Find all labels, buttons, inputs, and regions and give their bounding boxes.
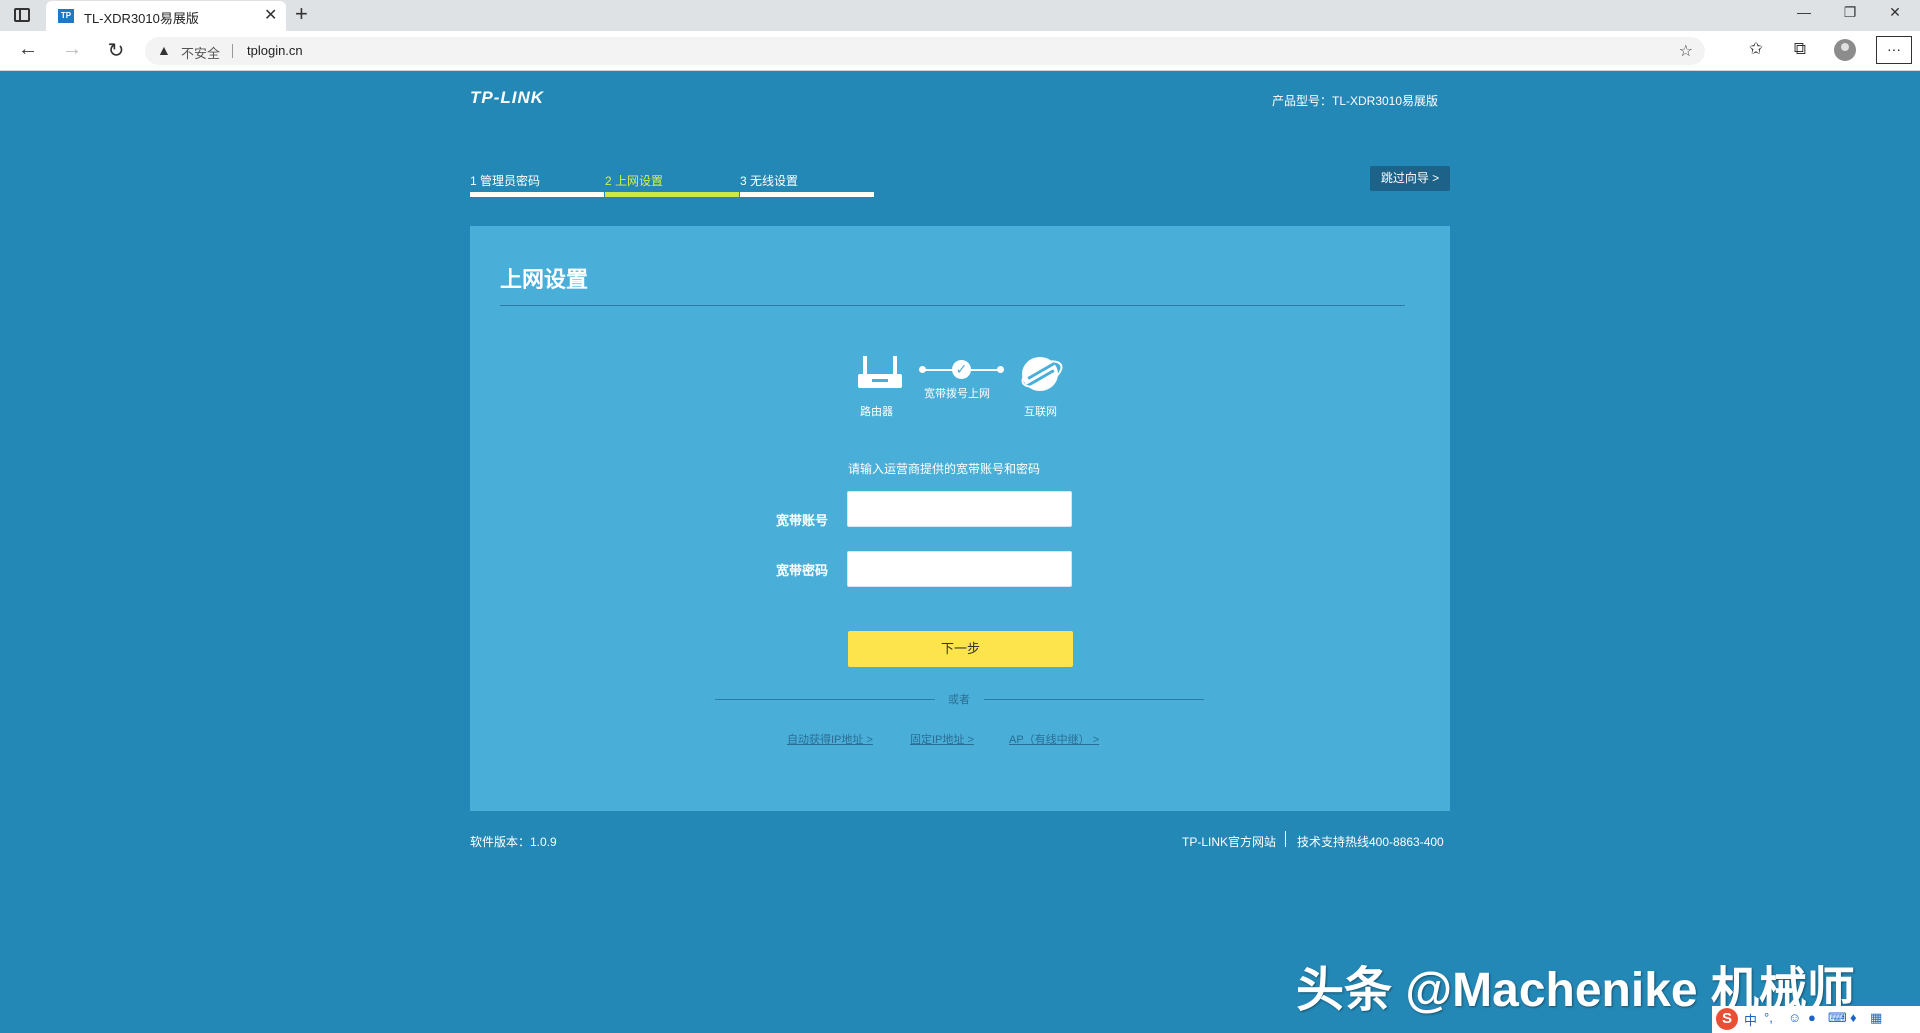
url-separator — [232, 44, 233, 58]
broadband-account-input[interactable] — [847, 491, 1072, 527]
step-progress-bar — [740, 192, 874, 197]
step-label: 1 管理员密码 — [470, 174, 541, 188]
more-menu-button[interactable]: ··· — [1876, 36, 1912, 64]
new-tab-button[interactable]: + — [295, 1, 308, 27]
url-field[interactable]: ▲ 不安全 tplogin.cn ☆ — [145, 37, 1705, 65]
setup-panel: 上网设置 路由器 ✓ 宽带拨号上网 互联网 请输入运营商提供的宽带账号和密码 宽… — [470, 226, 1450, 811]
minimize-button[interactable]: — — [1794, 4, 1814, 20]
connection-type-label: 宽带拨号上网 — [924, 388, 990, 400]
broadband-password-input[interactable] — [847, 551, 1072, 587]
tplink-logo: TP-LINK — [470, 88, 545, 107]
tplink-favicon-icon: TP — [58, 9, 74, 23]
skip-wizard-button[interactable]: 跳过向导 > — [1370, 166, 1450, 191]
skin-icon[interactable]: ♦ — [1850, 1010, 1857, 1025]
password-label: 宽带密码 — [776, 563, 829, 578]
check-icon: ✓ — [952, 360, 971, 379]
favorites-icon[interactable]: ✩ — [1744, 39, 1768, 59]
tab-title: TL-XDR3010易展版 — [84, 11, 199, 26]
product-model: 产品型号：TL-XDR3010易展版 — [1272, 94, 1439, 108]
account-label: 宽带账号 — [776, 513, 829, 528]
step-progress-bar — [605, 192, 739, 197]
panel-divider — [500, 305, 1405, 306]
software-version: 软件版本：1.0.9 — [470, 835, 557, 849]
footer-separator — [1285, 831, 1286, 847]
warning-icon: ▲ — [157, 42, 171, 58]
close-window-button[interactable]: ✕ — [1885, 4, 1905, 21]
router-label: 路由器 — [860, 406, 893, 418]
refresh-icon[interactable]: ↻ — [104, 38, 128, 63]
connection-dot — [997, 366, 1004, 373]
official-website-link[interactable]: TP-LINK官方网站 — [1182, 833, 1276, 850]
static-ip-link[interactable]: 固定IP地址 > — [910, 731, 974, 747]
step-progress-bar — [470, 192, 604, 197]
restore-button[interactable]: ❐ — [1840, 4, 1860, 21]
dynamic-ip-link[interactable]: 自动获得IP地址 > — [787, 731, 873, 747]
forward-arrow-icon[interactable]: → — [60, 38, 84, 61]
tab-strip: TP TL-XDR3010易展版 ✕ + — ❐ ✕ — [0, 0, 1920, 31]
step-internet-settings[interactable]: 2 上网设置 — [605, 172, 739, 198]
address-bar: ← → ↻ ▲ 不安全 tplogin.cn ☆ ✩ ⧉ ··· — [0, 31, 1920, 71]
profile-avatar-icon[interactable] — [1834, 39, 1856, 61]
ime-mode-toggle[interactable]: 中 — [1744, 1010, 1757, 1029]
step-wireless-settings[interactable]: 3 无线设置 — [740, 172, 874, 198]
support-hotline: 技术支持热线400-8863-400 — [1297, 835, 1444, 849]
tab-close-icon[interactable]: ✕ — [264, 5, 277, 25]
sogou-ime-icon[interactable]: S — [1716, 1008, 1738, 1030]
divider-line — [715, 699, 935, 700]
keyboard-icon[interactable]: ⌨ — [1828, 1010, 1847, 1026]
ime-punctuation-toggle[interactable]: °, — [1764, 1010, 1773, 1025]
back-arrow-icon[interactable]: ← — [16, 38, 40, 61]
tab-actions-icon[interactable] — [14, 8, 30, 22]
add-favorite-icon[interactable]: ☆ — [1679, 41, 1693, 61]
insecure-label[interactable]: 不安全 — [181, 43, 220, 62]
microphone-icon[interactable]: ● — [1808, 1010, 1816, 1025]
globe-icon — [1017, 354, 1067, 394]
toolbox-icon[interactable]: ▦ — [1870, 1010, 1882, 1026]
panel-title: 上网设置 — [500, 267, 589, 292]
tab-active[interactable]: TP TL-XDR3010易展版 ✕ — [46, 1, 286, 31]
url-text[interactable]: tplogin.cn — [247, 43, 303, 58]
collections-icon[interactable]: ⧉ — [1788, 39, 1812, 59]
internet-label: 互联网 — [1024, 406, 1057, 418]
emoji-icon[interactable]: ☺ — [1788, 1010, 1801, 1025]
step-admin-password[interactable]: 1 管理员密码 — [470, 172, 604, 198]
credentials-prompt: 请输入运营商提供的宽带账号和密码 — [848, 462, 1041, 476]
connection-dot — [919, 366, 926, 373]
step-label: 2 上网设置 — [605, 174, 664, 188]
step-label: 3 无线设置 — [740, 174, 799, 188]
router-icon — [858, 356, 902, 394]
ime-toolbar: S 中 °, ☺ ● ⌨ ♦ ▦ — [1712, 1006, 1920, 1033]
divider-line — [984, 699, 1204, 700]
ap-wired-relay-link[interactable]: AP（有线中继） > — [1009, 731, 1099, 747]
next-step-button[interactable]: 下一步 — [848, 631, 1073, 667]
or-label: 或者 — [948, 694, 970, 706]
